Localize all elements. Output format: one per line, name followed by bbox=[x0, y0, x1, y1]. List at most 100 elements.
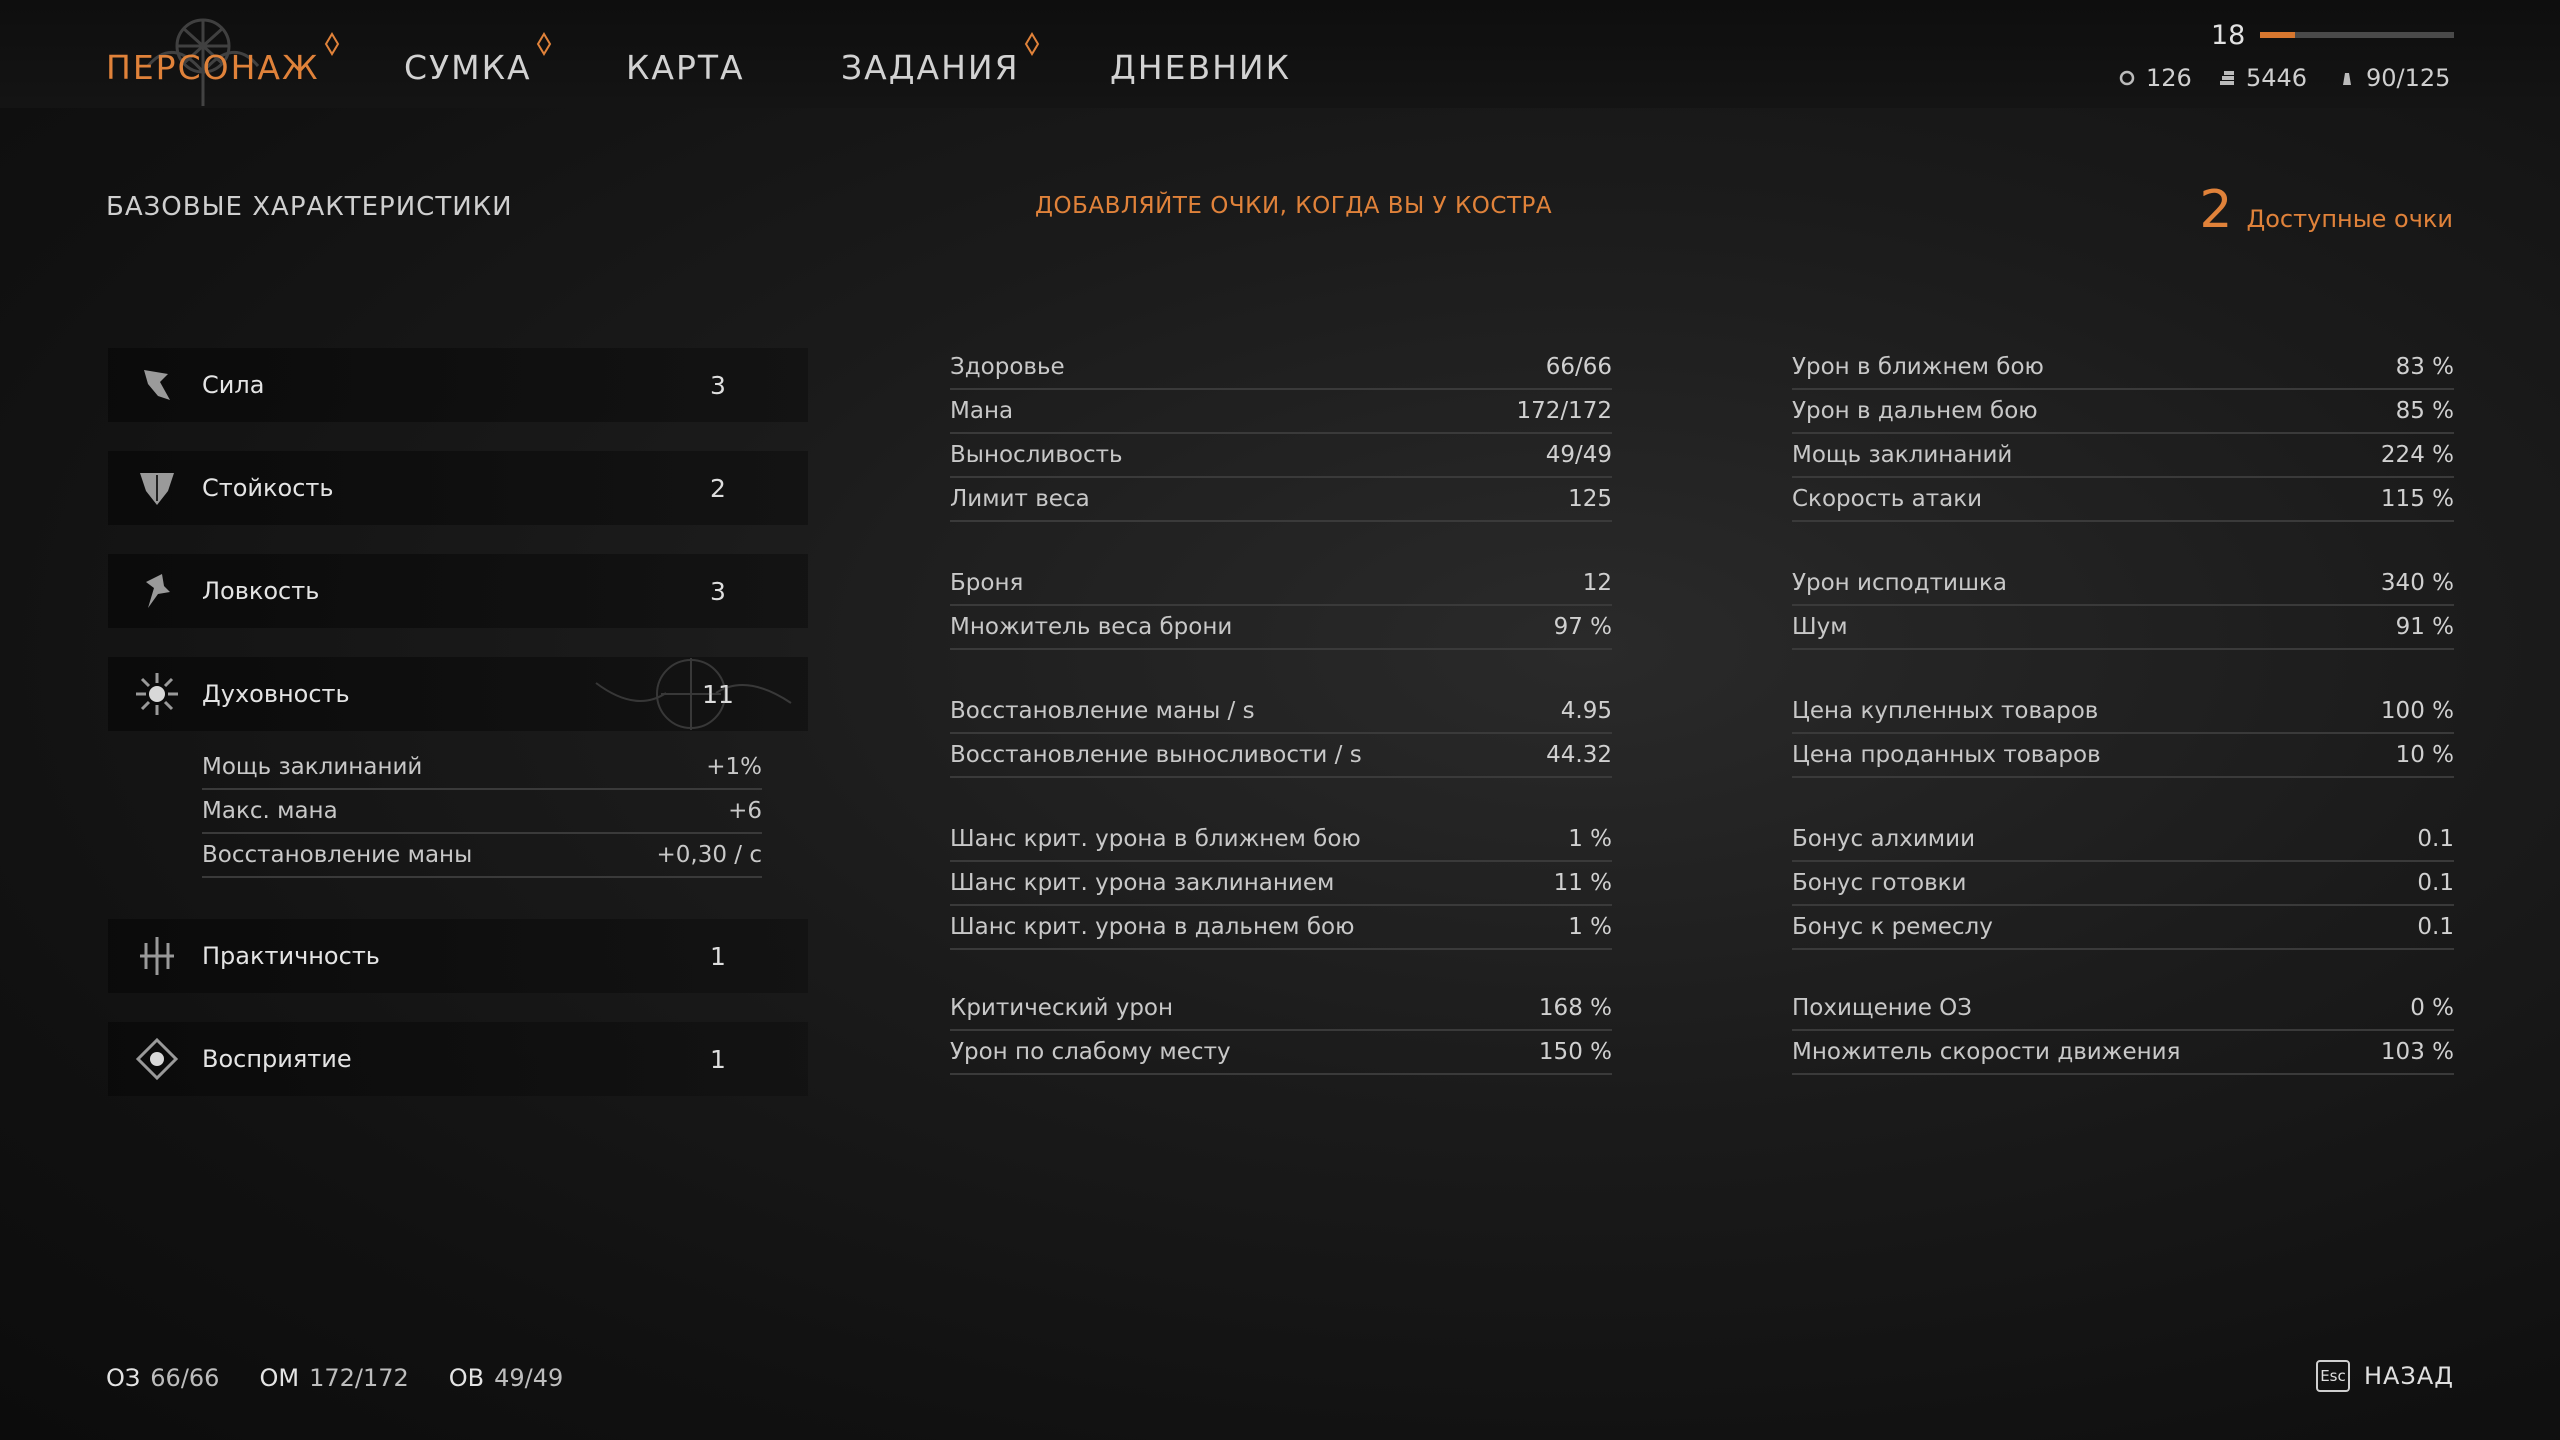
stat-row: Бонус к ремеслу 0.1 bbox=[1792, 906, 2454, 950]
stat-value: 1 % bbox=[1568, 826, 1612, 852]
stat-value: 66/66 bbox=[1545, 354, 1612, 380]
tab-map[interactable]: КАРТА bbox=[626, 48, 745, 87]
stat-label: Мана bbox=[950, 398, 1014, 424]
stat-label: Броня bbox=[950, 570, 1024, 596]
stat-row: Урон по слабому месту 150 % bbox=[950, 1031, 1612, 1075]
stat-label: Цена проданных товаров bbox=[1792, 742, 2101, 768]
attribute-row-toughness[interactable]: Стойкость 2 bbox=[108, 451, 808, 525]
stat-value: 12 bbox=[1582, 570, 1612, 596]
available-points: 2 Доступные очки bbox=[2199, 180, 2453, 240]
tab-journal[interactable]: ДНЕВНИК bbox=[1110, 48, 1291, 87]
available-points-value: 2 bbox=[2199, 180, 2233, 240]
xp-progress-bar bbox=[2260, 32, 2454, 38]
stat-value: 85 % bbox=[2395, 398, 2454, 424]
resource-coins: 126 bbox=[2118, 64, 2192, 92]
detail-row: Мощь заклинаний +1% bbox=[202, 746, 762, 790]
stat-row: Урон в ближнем бою 83 % bbox=[1792, 346, 2454, 390]
coin-icon bbox=[2119, 70, 2135, 86]
stat-label: Скорость атаки bbox=[1792, 486, 1983, 512]
stat-label: Выносливость bbox=[950, 442, 1123, 468]
stat-value: 100 % bbox=[2380, 698, 2454, 724]
stat-label: Бонус к ремеслу bbox=[1792, 914, 1993, 940]
stat-row: Цена купленных товаров 100 % bbox=[1792, 690, 2454, 734]
stat-row: Бонус алхимии 0.1 bbox=[1792, 818, 2454, 862]
stat-row: Множитель скорости движения 103 % bbox=[1792, 1031, 2454, 1075]
stat-row: Выносливость 49/49 bbox=[950, 434, 1612, 478]
stat-label: Шанс крит. урона в дальнем бою bbox=[950, 914, 1355, 940]
attribute-value: 3 bbox=[710, 576, 726, 606]
stat-row: Бонус готовки 0.1 bbox=[1792, 862, 2454, 906]
footer-mp: ОМ 172/172 bbox=[259, 1364, 409, 1392]
attribute-name: Сила bbox=[202, 371, 265, 399]
stat-row: Скорость атаки 115 % bbox=[1792, 478, 2454, 522]
detail-row: Макс. мана +6 bbox=[202, 790, 762, 834]
tab-quests[interactable]: ЗАДАНИЯ bbox=[841, 32, 1039, 87]
stat-row: Урон в дальнем бою 85 % bbox=[1792, 390, 2454, 434]
attribute-value: 1 bbox=[710, 1044, 726, 1074]
stat-label: Урон исподтишка bbox=[1792, 570, 2008, 596]
back-button[interactable]: Esc НАЗАД bbox=[2315, 1360, 2454, 1392]
stat-label: Множитель веса брони bbox=[950, 614, 1233, 640]
player-level: 18 bbox=[2211, 20, 2246, 51]
stat-label: Восстановление выносливости / s bbox=[950, 742, 1362, 768]
toughness-icon bbox=[140, 473, 174, 505]
stat-row: Мана 172/172 bbox=[950, 390, 1612, 434]
stat-label: Шум bbox=[1792, 614, 1848, 640]
stat-row: Броня 12 bbox=[950, 562, 1612, 606]
tab-character[interactable]: ПЕРСОНАЖ bbox=[106, 32, 339, 87]
stat-label: Цена купленных товаров bbox=[1792, 698, 2099, 724]
stat-value: 49/49 bbox=[1545, 442, 1612, 468]
attribute-name: Практичность bbox=[202, 942, 380, 970]
stat-value: 340 % bbox=[2380, 570, 2454, 596]
stat-value: 150 % bbox=[1538, 1039, 1612, 1065]
stat-value: 44.32 bbox=[1546, 742, 1612, 768]
stat-value: 97 % bbox=[1553, 614, 1612, 640]
attribute-name: Стойкость bbox=[202, 474, 334, 502]
new-item-diamond-icon bbox=[1024, 32, 1039, 56]
stat-label: Урон в ближнем бою bbox=[1792, 354, 2044, 380]
perception-icon bbox=[135, 1037, 179, 1081]
attribute-row-agility[interactable]: Ловкость 3 bbox=[108, 554, 808, 628]
stat-row: Критический урон 168 % bbox=[950, 987, 1612, 1031]
stat-value: 125 bbox=[1568, 486, 1612, 512]
stat-label: Бонус готовки bbox=[1792, 870, 1967, 896]
stat-value: 11 % bbox=[1553, 870, 1612, 896]
stat-label: Шанс крит. урона в ближнем бою bbox=[950, 826, 1361, 852]
stat-value: 103 % bbox=[2380, 1039, 2454, 1065]
resource-weight: 90/125 bbox=[2338, 64, 2450, 92]
stat-label: Шанс крит. урона заклинанием bbox=[950, 870, 1335, 896]
stat-value: 0 % bbox=[2410, 995, 2454, 1021]
attribute-row-practicality[interactable]: Практичность 1 bbox=[108, 919, 808, 993]
stat-label: Мощь заклинаний bbox=[1792, 442, 2013, 468]
stat-value: 10 % bbox=[2395, 742, 2454, 768]
xp-progress-fill bbox=[2260, 32, 2295, 38]
weight-icon bbox=[2343, 73, 2351, 85]
stat-label: Множитель скорости движения bbox=[1792, 1039, 2181, 1065]
stat-row: Множитель веса брони 97 % bbox=[950, 606, 1612, 650]
stat-value: 83 % bbox=[2395, 354, 2454, 380]
attribute-row-strength[interactable]: Сила 3 bbox=[108, 348, 808, 422]
gold-stack-icon bbox=[2220, 71, 2234, 85]
stat-row: Мощь заклинаний 224 % bbox=[1792, 434, 2454, 478]
stat-value: 115 % bbox=[2380, 486, 2454, 512]
stat-value: 224 % bbox=[2380, 442, 2454, 468]
stat-value: 91 % bbox=[2395, 614, 2454, 640]
detail-row: Восстановление маны +0,30 / с bbox=[202, 834, 762, 878]
new-item-diamond-icon bbox=[324, 32, 339, 56]
new-item-diamond-icon bbox=[536, 32, 551, 56]
tab-bag[interactable]: СУМКА bbox=[404, 32, 551, 87]
stat-row: Восстановление маны / s 4.95 bbox=[950, 690, 1612, 734]
attribute-row-perception[interactable]: Восприятие 1 bbox=[108, 1022, 808, 1096]
strength-icon bbox=[144, 370, 170, 400]
available-points-label: Доступные очки bbox=[2246, 205, 2454, 233]
attribute-value: 3 bbox=[710, 370, 726, 400]
attribute-row-spirituality[interactable]: Духовность 11 bbox=[108, 657, 808, 731]
stat-row: Шум 91 % bbox=[1792, 606, 2454, 650]
practicality-icon bbox=[140, 937, 174, 975]
attribute-value: 2 bbox=[710, 473, 726, 503]
stat-value: 0.1 bbox=[2417, 914, 2454, 940]
spirituality-details: Мощь заклинаний +1% Макс. мана +6 Восста… bbox=[202, 746, 762, 878]
stat-label: Критический урон bbox=[950, 995, 1174, 1021]
attribute-name: Ловкость bbox=[202, 577, 320, 605]
attribute-name: Восприятие bbox=[202, 1045, 352, 1073]
